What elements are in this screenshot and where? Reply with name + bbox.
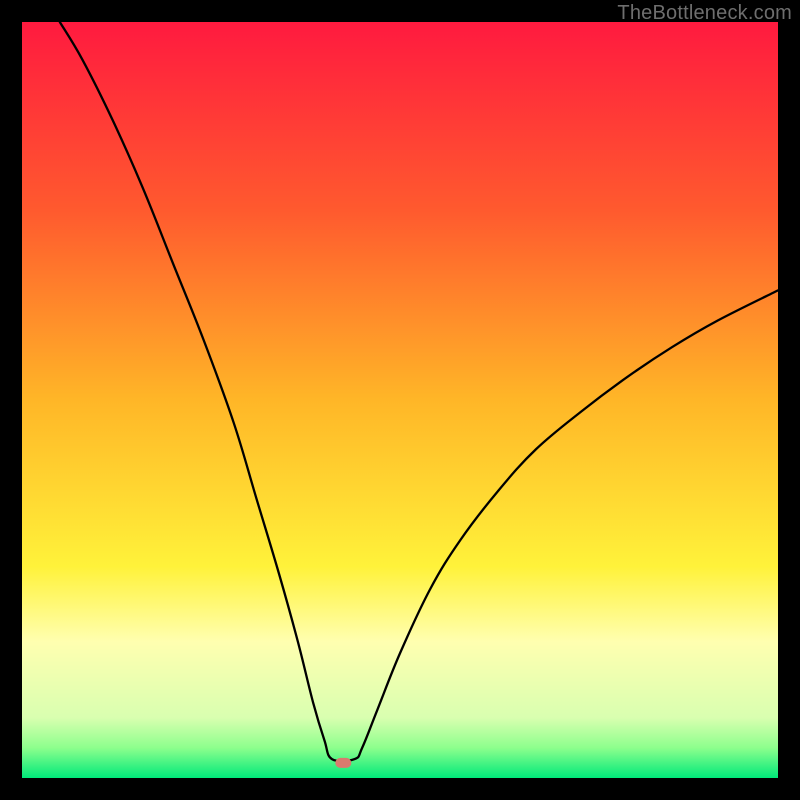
watermark-text: TheBottleneck.com: [617, 2, 792, 25]
chart-frame: TheBottleneck.com: [0, 0, 800, 800]
plot-background: [22, 22, 778, 778]
bottleneck-chart: [0, 0, 800, 800]
optimal-marker: [335, 758, 351, 768]
